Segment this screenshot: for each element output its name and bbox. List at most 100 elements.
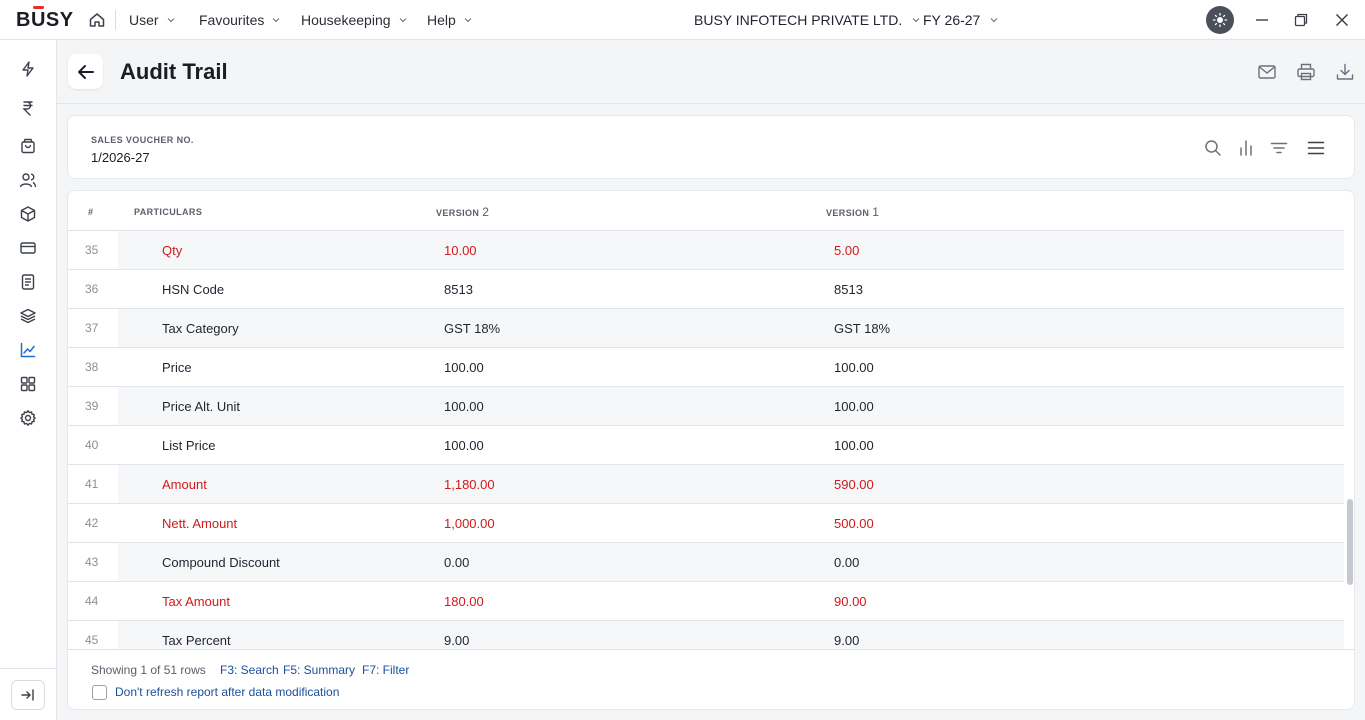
- scrollbar[interactable]: [1344, 231, 1354, 649]
- particular-cell: Amount: [162, 477, 207, 492]
- table-row[interactable]: 41 Amount 1,180.00 590.00: [68, 465, 1344, 504]
- divider: [57, 103, 1365, 104]
- version-2-cell: 8513: [444, 282, 473, 297]
- table-header: # PARTICULARS VERSION 2 VERSION 1: [68, 191, 1344, 231]
- table-row[interactable]: 40 List Price 100.00 100.00: [68, 426, 1344, 465]
- version-2-cell: 1,000.00: [444, 516, 495, 531]
- search-icon[interactable]: [1203, 138, 1223, 158]
- print-icon[interactable]: [1296, 62, 1316, 82]
- version-2-label: VERSION: [436, 208, 480, 218]
- row-body: [118, 309, 1344, 347]
- row-number: 40: [85, 438, 99, 452]
- particular-cell: Nett. Amount: [162, 516, 238, 531]
- menu-user[interactable]: User: [129, 12, 175, 28]
- table-row[interactable]: 44 Tax Amount 180.00 90.00: [68, 582, 1344, 621]
- particular-cell: Price: [162, 360, 192, 375]
- package-icon[interactable]: [19, 205, 37, 223]
- version-2-cell: 10.00: [444, 243, 477, 258]
- row-number: 37: [85, 321, 99, 335]
- menu-favourites[interactable]: Favourites: [199, 12, 280, 28]
- company-selector[interactable]: BUSY INFOTECH PRIVATE LTD.: [694, 12, 920, 28]
- shortcut-filter-link[interactable]: F7: Filter: [362, 663, 409, 677]
- table-row[interactable]: 35 Qty 10.00 5.00: [68, 231, 1344, 270]
- home-icon[interactable]: [88, 11, 106, 29]
- document-icon[interactable]: [19, 273, 37, 291]
- back-button[interactable]: [68, 54, 103, 89]
- busy-logo[interactable]: BUSY: [16, 6, 74, 32]
- menu-housekeeping[interactable]: Housekeeping: [301, 12, 407, 28]
- no-refresh-checkbox-label[interactable]: Don't refresh report after data modifica…: [115, 685, 339, 699]
- column-header-number[interactable]: #: [88, 207, 93, 217]
- grid-icon[interactable]: [19, 375, 37, 393]
- particular-cell: Qty: [162, 243, 183, 258]
- settings-icon[interactable]: [19, 409, 37, 427]
- version-1-cell: GST 18%: [834, 321, 891, 336]
- menu-icon[interactable]: [1306, 138, 1326, 158]
- arrow-left-icon: [77, 64, 94, 79]
- card-icon[interactable]: [19, 239, 37, 257]
- rupee-icon[interactable]: [19, 99, 37, 117]
- scrollbar-thumb[interactable]: [1347, 499, 1353, 585]
- users-icon[interactable]: [19, 171, 37, 189]
- minimize-icon[interactable]: [1253, 11, 1271, 29]
- chevron-down-icon: [399, 18, 406, 23]
- restore-icon[interactable]: [1292, 11, 1310, 29]
- fy-selector[interactable]: FY 26-27: [923, 12, 998, 28]
- table-row[interactable]: 38 Price 100.00 100.00: [68, 348, 1344, 387]
- table-row[interactable]: 39 Price Alt. Unit 100.00 100.00: [68, 387, 1344, 426]
- audit-table: # PARTICULARS VERSION 2 VERSION 1 35 Qty 1…: [67, 190, 1355, 710]
- expand-sidebar-button[interactable]: [11, 680, 45, 710]
- layers-icon[interactable]: [19, 307, 37, 325]
- no-refresh-checkbox[interactable]: [92, 685, 107, 700]
- row-number: 36: [85, 282, 99, 296]
- row-number: 42: [85, 516, 99, 530]
- lightning-icon[interactable]: [19, 60, 37, 78]
- version-2-cell: 180.00: [444, 594, 484, 609]
- bar-chart-icon[interactable]: [1236, 138, 1256, 158]
- column-header-version-1[interactable]: VERSION 1: [826, 205, 879, 219]
- table-footer: Showing 1 of 51 rows F3: Search F5: Summ…: [68, 649, 1354, 709]
- row-number: 39: [85, 399, 99, 413]
- chevron-down-icon: [167, 18, 174, 23]
- version-2-cell: 100.00: [444, 438, 484, 453]
- row-body: [118, 231, 1344, 269]
- row-number: 44: [85, 594, 99, 608]
- chevron-down-icon: [912, 18, 920, 23]
- download-icon[interactable]: [1335, 62, 1355, 82]
- table-row[interactable]: 37 Tax Category GST 18% GST 18%: [68, 309, 1344, 348]
- theme-toggle-button[interactable]: [1206, 6, 1234, 34]
- particular-cell: Tax Amount: [162, 594, 230, 609]
- table-row[interactable]: 43 Compound Discount 0.00 0.00: [68, 543, 1344, 582]
- shopping-bag-icon[interactable]: [19, 137, 37, 155]
- row-body: [118, 582, 1344, 620]
- sun-icon: [1212, 12, 1228, 28]
- version-2-number: 2: [482, 205, 489, 219]
- table-row[interactable]: 42 Nett. Amount 1,000.00 500.00: [68, 504, 1344, 543]
- chart-line-icon[interactable]: [19, 341, 37, 359]
- column-header-version-2[interactable]: VERSION 2: [436, 205, 489, 219]
- row-number: 41: [85, 477, 99, 491]
- close-icon[interactable]: [1333, 11, 1351, 29]
- menu-help[interactable]: Help: [427, 12, 472, 28]
- table-row[interactable]: 45 Tax Percent 9.00 9.00: [68, 621, 1344, 649]
- column-header-particulars[interactable]: PARTICULARS: [134, 207, 202, 217]
- row-number: 38: [85, 360, 99, 374]
- row-body: [118, 387, 1344, 425]
- table-row[interactable]: 36 HSN Code 8513 8513: [68, 270, 1344, 309]
- version-2-cell: 9.00: [444, 633, 470, 648]
- version-1-cell: 100.00: [834, 438, 874, 453]
- filter-icon[interactable]: [1269, 138, 1289, 158]
- particular-cell: HSN Code: [162, 282, 225, 297]
- row-body: [118, 621, 1344, 649]
- mail-icon[interactable]: [1257, 62, 1277, 82]
- version-1-cell: 100.00: [834, 360, 874, 375]
- version-2-cell: 1,180.00: [444, 477, 495, 492]
- row-body: [118, 543, 1344, 581]
- shortcut-search-link[interactable]: F3: Search: [220, 663, 279, 677]
- row-count-status: Showing 1 of 51 rows: [91, 663, 206, 677]
- row-number: 35: [85, 243, 99, 257]
- top-bar: BUSY User Favourites Housekeeping Help B…: [0, 0, 1365, 40]
- menu-help-label: Help: [427, 12, 456, 28]
- version-1-number: 1: [872, 205, 879, 219]
- shortcut-summary-link[interactable]: F5: Summary: [283, 663, 355, 677]
